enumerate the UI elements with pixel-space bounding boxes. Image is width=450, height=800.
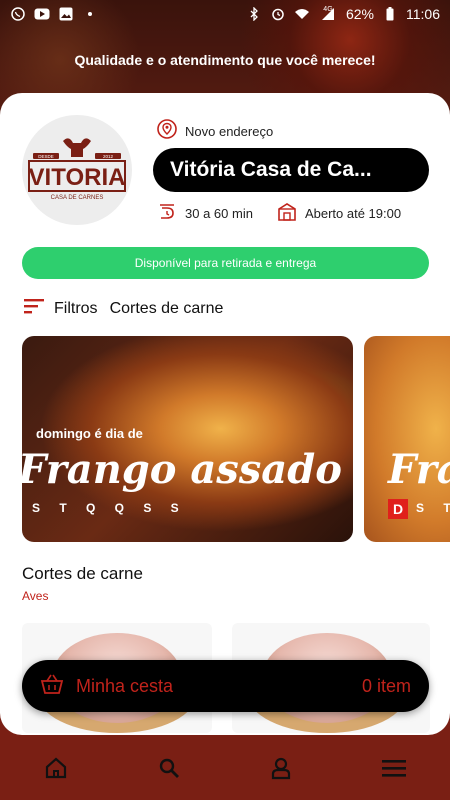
user-icon (269, 756, 293, 785)
address-label: Novo endereço (185, 124, 274, 139)
alarm-icon (270, 7, 286, 21)
address-row[interactable]: Novo endereço (157, 119, 273, 144)
bluetooth-icon (246, 7, 262, 21)
promo-banner[interactable]: domingo é dia de Frango assado S T Q Q S… (22, 336, 353, 542)
whatsapp-icon (10, 7, 26, 21)
cart-label: Minha cesta (76, 675, 174, 696)
banner-small-text: domingo é dia de (36, 426, 143, 441)
store-info-row: 30 a 60 min Aberto até 19:00 (157, 203, 401, 224)
banner-days: S T (416, 501, 450, 515)
cart-bar[interactable]: Minha cesta 0 item (22, 660, 429, 712)
bottom-nav (0, 740, 450, 800)
banner-days: S T Q Q S S (32, 501, 187, 515)
store-logo: DESDE 2012 VITORIA CASA DE CARNES (22, 115, 132, 225)
battery-icon (382, 7, 398, 21)
nav-home-button[interactable] (26, 745, 86, 795)
logo-top-left: DESDE (38, 154, 54, 159)
filter-row: Filtros Cortes de carne (24, 297, 223, 320)
location-pin-icon (157, 119, 177, 144)
clock: 11:06 (406, 6, 440, 22)
banner-day-letter: D (388, 499, 408, 519)
store-name: Vitória Casa de Ca... (153, 148, 429, 192)
hero-tagline: Qualidade e o atendimento que você merec… (74, 52, 376, 68)
section-title: Cortes de carne (22, 564, 143, 583)
signal-icon: 4G (318, 5, 338, 21)
promo-banner[interactable]: Fra D S T (364, 336, 450, 542)
store-hours: Aberto até 19:00 (304, 206, 402, 221)
battery-percent: 62% (345, 6, 374, 22)
nav-profile-button[interactable] (251, 745, 311, 795)
category-chip[interactable]: Cortes de carne (110, 300, 224, 318)
logo-subtitle: CASA DE CARNES (51, 195, 104, 201)
filters-button[interactable]: Filtros (54, 300, 98, 318)
status-bar: 4G 62% 11:06 (0, 0, 450, 28)
menu-icon (381, 757, 407, 784)
nav-menu-button[interactable] (364, 745, 424, 795)
status-right: 4G 62% 11:06 (246, 6, 440, 22)
logo-name: VITORIA (29, 164, 126, 191)
logo-top-right: 2012 (103, 154, 114, 159)
youtube-icon (34, 7, 50, 21)
cart-count: 0 item (361, 675, 411, 696)
banner-title: Frango assado (22, 446, 342, 493)
store-hours-icon (277, 203, 297, 224)
dot-icon (82, 7, 98, 21)
network-type: 4G (323, 5, 333, 13)
gallery-icon (58, 7, 74, 21)
home-icon (44, 756, 68, 785)
delivery-time: 30 a 60 min (185, 206, 253, 221)
banner-title: Fra (388, 446, 450, 493)
filter-icon[interactable] (24, 297, 44, 320)
wifi-icon (294, 7, 310, 21)
delivery-time-icon (157, 203, 177, 224)
store-card: DESDE 2012 VITORIA CASA DE CARNES Novo e… (0, 93, 450, 735)
search-icon (157, 756, 181, 785)
basket-icon (40, 673, 64, 700)
nav-search-button[interactable] (139, 745, 199, 795)
availability-badge: Disponível para retirada e entrega (22, 247, 429, 279)
status-left (10, 7, 98, 21)
section-subtitle: Aves (22, 589, 49, 603)
